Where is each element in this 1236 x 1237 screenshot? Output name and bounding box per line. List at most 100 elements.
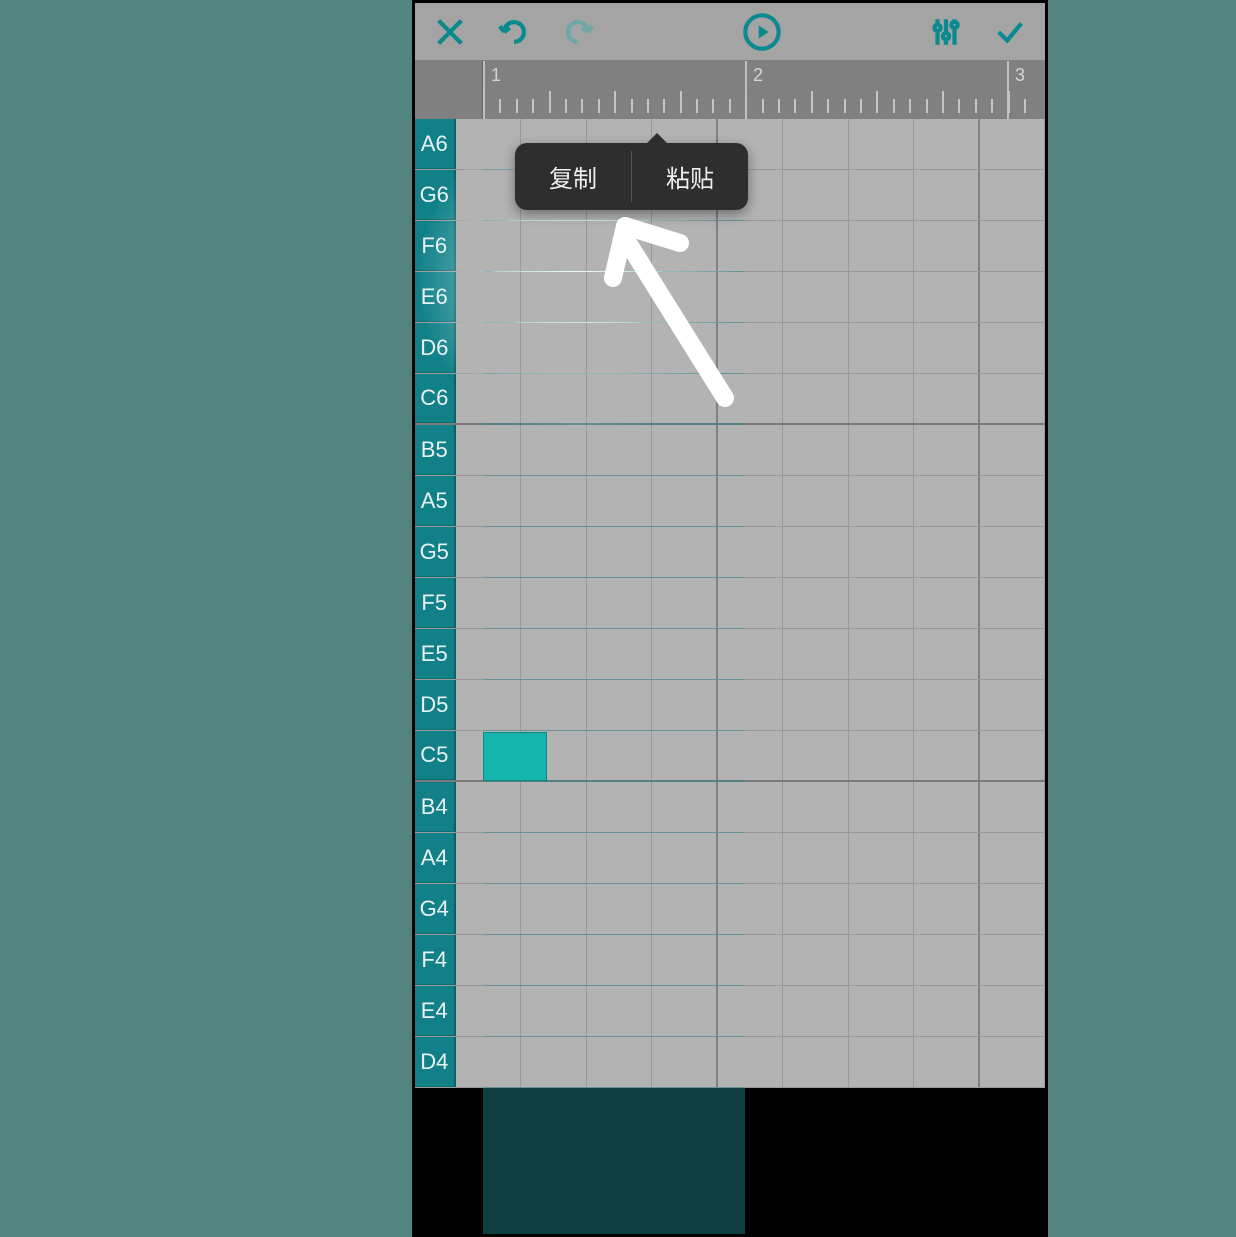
grid-cell[interactable] [783,1037,849,1087]
grid-cell[interactable] [980,629,1046,679]
grid-cell[interactable] [652,782,718,832]
grid-cell[interactable] [980,578,1046,628]
grid-cell[interactable] [783,119,849,169]
grid-cell[interactable] [914,833,980,883]
grid-cell[interactable] [718,221,784,271]
note-cells[interactable] [456,986,1046,1036]
grid-cell[interactable] [783,425,849,475]
grid-cell[interactable] [587,731,653,780]
grid-cell[interactable] [652,323,718,373]
grid-cell[interactable] [914,374,980,423]
grid-cell[interactable] [914,884,980,934]
grid-cell[interactable] [914,680,980,730]
grid-cell[interactable] [652,578,718,628]
undo-icon[interactable] [497,15,531,49]
grid-cell[interactable] [849,374,915,423]
note-cells[interactable] [456,782,1046,832]
grid-cell[interactable] [521,986,587,1036]
grid-cell[interactable] [652,425,718,475]
grid-cell[interactable] [914,935,980,985]
grid-cell[interactable] [587,221,653,271]
grid-cell[interactable] [849,680,915,730]
note-row[interactable]: F4 [415,935,1045,986]
grid-cell[interactable] [587,884,653,934]
note-cells[interactable] [456,1037,1046,1087]
grid-cell[interactable] [849,782,915,832]
play-icon[interactable] [742,12,782,52]
grid-cell[interactable] [652,680,718,730]
grid-cell[interactable] [914,323,980,373]
grid-cell[interactable] [718,578,784,628]
note-cells[interactable] [456,527,1046,577]
grid-cell[interactable] [652,935,718,985]
grid-cell[interactable] [783,476,849,526]
grid-cell[interactable] [587,986,653,1036]
grid-cell[interactable] [718,476,784,526]
grid-cell[interactable] [456,221,522,271]
redo-icon[interactable] [561,15,595,49]
grid-cell[interactable] [783,782,849,832]
grid-cell[interactable] [521,476,587,526]
grid-cell[interactable] [521,680,587,730]
grid-cell[interactable] [783,527,849,577]
grid-cell[interactable] [849,833,915,883]
grid-cell[interactable] [914,221,980,271]
grid-cell[interactable] [587,1037,653,1087]
grid-cell[interactable] [783,833,849,883]
grid-cell[interactable] [652,986,718,1036]
grid-cell[interactable] [587,374,653,423]
grid-cell[interactable] [456,935,522,985]
note-cells[interactable] [456,272,1046,322]
grid-cell[interactable] [980,833,1046,883]
note-cells[interactable] [456,884,1046,934]
grid-cell[interactable] [980,884,1046,934]
grid-cell[interactable] [718,935,784,985]
grid-cell[interactable] [456,833,522,883]
grid-cell[interactable] [914,425,980,475]
grid-cell[interactable] [456,527,522,577]
note-cells[interactable] [456,221,1046,271]
note-cells[interactable] [456,578,1046,628]
grid-cell[interactable] [456,986,522,1036]
grid-cell[interactable] [456,272,522,322]
grid-cell[interactable] [587,578,653,628]
grid-cell[interactable] [914,578,980,628]
grid-cell[interactable] [783,578,849,628]
grid-cell[interactable] [980,272,1046,322]
grid-cell[interactable] [980,782,1046,832]
grid-cell[interactable] [783,731,849,780]
grid-cell[interactable] [718,527,784,577]
grid-cell[interactable] [652,629,718,679]
grid-cell[interactable] [718,1037,784,1087]
grid-cell[interactable] [587,272,653,322]
grid-cell[interactable] [783,935,849,985]
grid-cell[interactable] [587,476,653,526]
grid-cell[interactable] [914,1037,980,1087]
grid-cell[interactable] [914,629,980,679]
grid-cell[interactable] [849,272,915,322]
grid-cell[interactable] [652,221,718,271]
grid-cell[interactable] [783,986,849,1036]
grid-cell[interactable] [980,170,1046,220]
note-row[interactable]: B5 [415,425,1045,476]
grid-cell[interactable] [914,476,980,526]
note-row[interactable]: C6 [415,374,1045,425]
grid-cell[interactable] [718,272,784,322]
note-cells[interactable] [456,425,1046,475]
grid-cell[interactable] [456,425,522,475]
timeline-ruler[interactable]: 1 2 3 [415,61,1045,119]
grid-cell[interactable] [587,425,653,475]
grid-cell[interactable] [521,272,587,322]
grid-cell[interactable] [783,680,849,730]
grid-cell[interactable] [587,782,653,832]
grid-cell[interactable] [521,221,587,271]
grid-cell[interactable] [521,374,587,423]
grid-cell[interactable] [652,1037,718,1087]
grid-cell[interactable] [456,782,522,832]
grid-cell[interactable] [587,629,653,679]
grid-cell[interactable] [849,578,915,628]
grid-cell[interactable] [914,782,980,832]
grid-cell[interactable] [980,476,1046,526]
grid-cell[interactable] [521,527,587,577]
grid-cell[interactable] [521,578,587,628]
